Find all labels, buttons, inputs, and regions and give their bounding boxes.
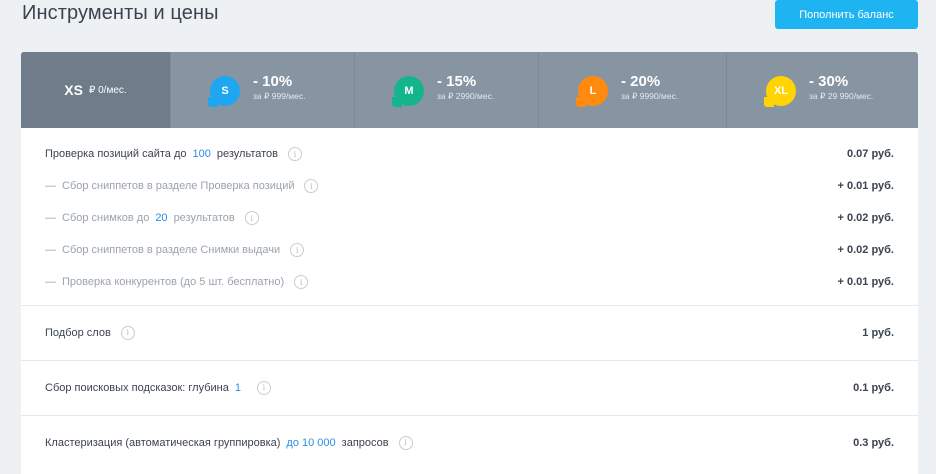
suggest-price: 0.1 руб. — [853, 381, 894, 394]
dash: — — [45, 276, 56, 288]
competitors-price: + 0.01 руб. — [837, 276, 895, 288]
info-icon[interactable]: i — [120, 325, 135, 340]
tariff-xs-name: XS — [64, 82, 83, 98]
clustering-label-suffix: запросов — [341, 436, 389, 449]
clustering-label: Кластеризация (автоматическая группировк… — [45, 436, 281, 449]
serp-snapshots-label-suffix: результатов — [173, 212, 235, 224]
words-price: 1 руб. — [862, 326, 894, 339]
serp-snippets-label: Сбор сниппетов в разделе Снимки выдачи — [62, 244, 281, 256]
tariff-selector: XS ₽ 0/мес. S - 10% за ₽ 999/мес. M - 15… — [21, 52, 918, 128]
cluster-group: Кластеризация (автоматическая группировк… — [21, 416, 918, 470]
serp-snapshots-limit-link[interactable]: 20 — [155, 212, 167, 224]
serp-snapshots-label: Сбор снимков до — [62, 212, 150, 224]
tariff-xl-badge-icon: XL — [764, 76, 796, 107]
info-icon[interactable]: i — [398, 435, 413, 450]
tariff-m-discount: - 15% — [437, 73, 477, 90]
pricing-row-words: Подбор слов i 1 руб. — [21, 314, 918, 351]
tariff-s-badge-icon: S — [208, 76, 240, 107]
dash: — — [45, 244, 56, 256]
tariff-xl-discount: - 30% — [809, 73, 849, 90]
tariff-l-price: за ₽ 9990/мес. — [621, 91, 679, 101]
suggest-depth-link[interactable]: 1 — [235, 382, 241, 394]
tariff-s-discount: - 10% — [253, 73, 293, 90]
info-icon[interactable]: i — [290, 243, 305, 257]
pricing-row-suggest: Сбор поисковых подсказок: глубина 1 i 0.… — [21, 369, 918, 406]
tariff-xs-price: ₽ 0/мес. — [88, 84, 127, 96]
suggest-label: Сбор поисковых подсказок: глубина — [45, 381, 229, 394]
positions-group: Проверка позиций сайта до 100 результато… — [21, 128, 918, 306]
snippets-price: + 0.01 руб. — [837, 180, 895, 192]
pricing-row-positions: Проверка позиций сайта до 100 результато… — [21, 138, 918, 170]
tariff-xs[interactable]: XS ₽ 0/мес. — [21, 52, 171, 128]
serp-snapshots-price: + 0.02 руб. — [837, 212, 895, 224]
suggest-group: Сбор поисковых подсказок: глубина 1 i 0.… — [21, 361, 918, 416]
info-icon[interactable]: i — [244, 211, 259, 225]
words-group: Подбор слов i 1 руб. — [21, 306, 918, 361]
tariff-l-discount: - 20% — [621, 73, 661, 90]
pricing-row-clustering: Кластеризация (автоматическая группировк… — [21, 424, 918, 461]
tariff-m-badge-icon: M — [392, 76, 424, 107]
tariff-xl-price: за ₽ 29 990/мес. — [809, 91, 874, 101]
tariff-xl[interactable]: XL - 30% за ₽ 29 990/мес. — [727, 52, 918, 128]
positions-label-suffix: результатов — [216, 148, 278, 160]
clustering-limit-link[interactable]: до 10 000 — [286, 437, 335, 449]
info-icon[interactable]: i — [294, 275, 309, 289]
snippets-label: Сбор сниппетов в разделе Проверка позици… — [62, 180, 295, 192]
page-title: Инструменты и цены — [22, 2, 219, 24]
info-icon[interactable]: i — [304, 179, 319, 193]
tariff-l-badge-icon: L — [576, 76, 608, 107]
info-icon[interactable]: i — [288, 147, 302, 161]
competitors-label: Проверка конкурентов (до 5 шт. бесплатно… — [62, 276, 285, 288]
topup-balance-button[interactable]: Пополнить баланс — [775, 0, 918, 29]
pricing-row-serp-snapshots: — Сбор снимков до 20 результатов i + 0.0… — [21, 202, 918, 234]
dash: — — [45, 180, 56, 192]
tariff-m-price: за ₽ 2990/мес. — [437, 91, 495, 101]
clustering-price: 0.3 руб. — [853, 436, 894, 449]
pricing-card: Проверка позиций сайта до 100 результато… — [21, 128, 918, 474]
pricing-row-competitors: — Проверка конкурентов (до 5 шт. бесплат… — [21, 266, 918, 298]
pricing-row-snippets: — Сбор сниппетов в разделе Проверка пози… — [21, 170, 918, 202]
tariff-l[interactable]: L - 20% за ₽ 9990/мес. — [539, 52, 727, 128]
positions-label: Проверка позиций сайта до — [45, 148, 187, 160]
pricing-row-serp-snippets: — Сбор сниппетов в разделе Снимки выдачи… — [21, 234, 918, 266]
tariff-s[interactable]: S - 10% за ₽ 999/мес. — [171, 52, 355, 128]
positions-limit-link[interactable]: 100 — [193, 148, 211, 160]
positions-price: 0.07 руб. — [846, 148, 894, 160]
tariff-s-price: за ₽ 999/мес. — [253, 91, 306, 101]
words-label: Подбор слов — [45, 326, 111, 339]
tariff-m[interactable]: M - 15% за ₽ 2990/мес. — [355, 52, 539, 128]
dash: — — [45, 212, 56, 224]
serp-snippets-price: + 0.02 руб. — [837, 244, 895, 256]
info-icon[interactable]: i — [256, 380, 271, 395]
